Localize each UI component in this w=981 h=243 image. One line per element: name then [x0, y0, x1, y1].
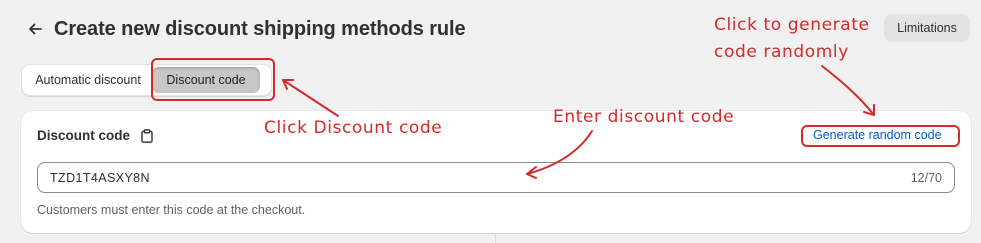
- column-divider: [495, 233, 496, 243]
- back-button[interactable]: [22, 16, 48, 42]
- discount-code-heading: Discount code: [37, 128, 153, 143]
- arrow-left-icon: [29, 23, 42, 35]
- discount-code-value: TZD1T4ASXY8N: [50, 170, 150, 185]
- page-title: Create new discount shipping methods rul…: [54, 17, 466, 40]
- page-header: Create new discount shipping methods rul…: [22, 12, 466, 46]
- annotation-click-discount-code: Click Discount code: [264, 118, 443, 138]
- highlight-box-tab: [151, 58, 275, 101]
- discount-code-input[interactable]: TZD1T4ASXY8N 12/70: [37, 162, 955, 193]
- character-count: 12/70: [910, 170, 942, 185]
- limitations-button[interactable]: Limitations: [884, 14, 970, 42]
- help-text: Customers must enter this code at the ch…: [37, 203, 306, 217]
- arrow-to-generate: [821, 65, 875, 116]
- discount-code-label: Discount code: [37, 128, 131, 143]
- arrow-to-tab-head: [282, 79, 294, 90]
- annotation-random-line2: code randomly: [714, 42, 849, 62]
- tab-automatic-discount[interactable]: Automatic discount: [24, 67, 152, 93]
- annotation-random-line1: Click to generate: [714, 15, 870, 35]
- highlight-box-generate: [801, 125, 960, 147]
- annotation-enter-discount-code: Enter discount code: [553, 107, 735, 127]
- clipboard-icon[interactable]: [141, 128, 153, 143]
